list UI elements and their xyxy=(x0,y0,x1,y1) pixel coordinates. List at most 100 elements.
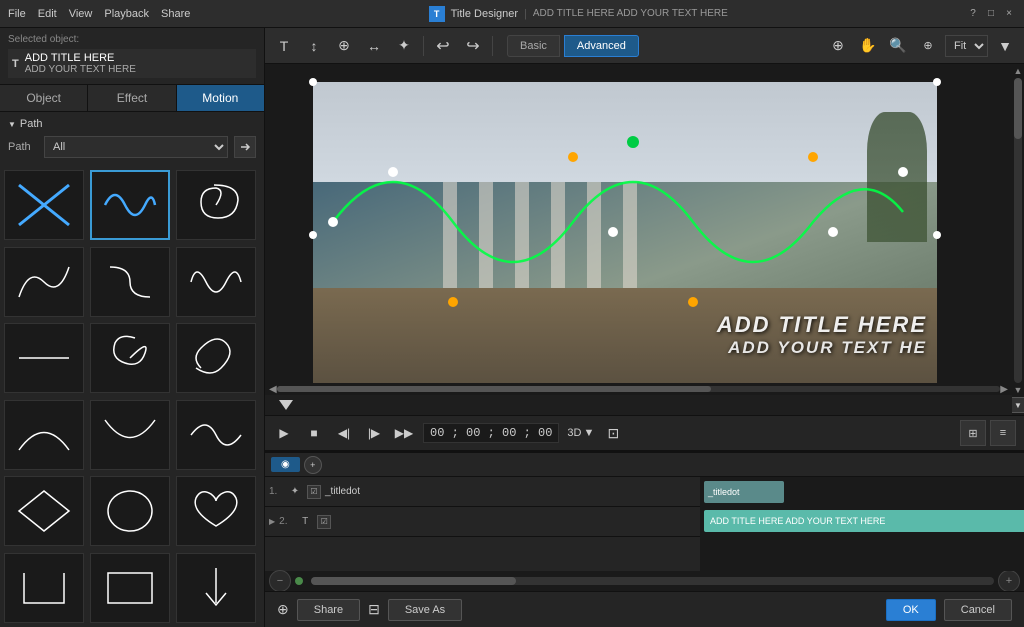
scroll-right-arrow[interactable]: ▶ xyxy=(1000,384,1008,395)
mode-advanced[interactable]: Advanced xyxy=(564,35,639,57)
tool-zoom-in[interactable]: ⊕ xyxy=(915,33,941,59)
path-item-scurve[interactable] xyxy=(90,247,170,317)
path-item-spiral1[interactable] xyxy=(176,170,256,240)
tool-hand[interactable]: ✋ xyxy=(855,33,881,59)
close-button[interactable]: × xyxy=(1002,7,1016,21)
menu-edit[interactable]: Edit xyxy=(38,8,57,20)
timeline-nav-row: − + xyxy=(265,571,1024,591)
tool-add[interactable]: ⊕ xyxy=(331,33,357,59)
path-item-swirl1[interactable] xyxy=(90,323,170,393)
mode-basic[interactable]: Basic xyxy=(507,35,560,57)
tool-redo[interactable]: ↪ xyxy=(460,33,486,59)
timeline-tracks: 1. ✦ ☑ _titledot ▶ 2. T ☑ xyxy=(265,477,1024,571)
path-item-wave3[interactable] xyxy=(176,400,256,470)
fast-forward-button[interactable]: ▶▶ xyxy=(393,422,415,444)
clip-title-text[interactable]: ADD TITLE HERE ADD YOUR TEXT HERE xyxy=(704,510,1024,532)
path-item-arc1[interactable] xyxy=(90,400,170,470)
menu-share[interactable]: Share xyxy=(161,8,190,20)
scrollbar-thumb[interactable] xyxy=(277,386,711,392)
menu-view[interactable]: View xyxy=(69,8,93,20)
track-1-num: 1. xyxy=(269,486,283,497)
timeline-add-item[interactable]: − xyxy=(269,570,291,592)
maximize-button[interactable]: □ xyxy=(984,7,998,21)
list-view-button[interactable]: ≡ xyxy=(990,420,1016,446)
clip-titledot[interactable]: _titledot xyxy=(704,481,784,503)
3d-mode-toggle[interactable]: 3D ▼ xyxy=(567,427,594,439)
tool-more[interactable]: ▼ xyxy=(992,33,1018,59)
tab-motion[interactable]: Motion xyxy=(177,85,264,111)
path-item-circle[interactable] xyxy=(90,476,170,546)
panel-tabs[interactable]: Object Effect Motion xyxy=(0,85,264,112)
tool-undo[interactable]: ↩ xyxy=(430,33,456,59)
track-2-expand[interactable]: ▶ xyxy=(269,517,275,526)
path-item-diamond[interactable] xyxy=(4,476,84,546)
stop-button[interactable]: ■ xyxy=(303,422,325,444)
tool-move[interactable]: ↕ xyxy=(301,33,327,59)
path-select[interactable]: All Motion Effect xyxy=(44,136,228,158)
tab-object[interactable]: Object xyxy=(0,85,88,111)
share-button[interactable]: Share xyxy=(297,599,360,621)
track-1-name: _titledot xyxy=(325,486,696,497)
track-1-check[interactable]: ☑ xyxy=(307,485,321,499)
path-action-button[interactable] xyxy=(234,136,256,158)
path-item-wave[interactable] xyxy=(90,170,170,240)
zoom-select[interactable]: Fit xyxy=(945,35,988,57)
fullscreen-button[interactable]: ⊡ xyxy=(602,422,624,444)
separator-1 xyxy=(423,36,424,56)
path-item-arrow-down[interactable] xyxy=(176,553,256,623)
play-button[interactable]: ▶ xyxy=(273,422,295,444)
scroll-thumb-vertical[interactable] xyxy=(1014,78,1022,139)
tool-text[interactable]: T xyxy=(271,33,297,59)
panel-expand-button[interactable]: ▼ xyxy=(1010,397,1024,413)
timeline-add-button[interactable]: + xyxy=(304,456,322,474)
tab-effect[interactable]: Effect xyxy=(88,85,176,111)
path-item-curve2[interactable] xyxy=(4,400,84,470)
grid-view-button[interactable]: ⊞ xyxy=(960,420,986,446)
separator-2 xyxy=(492,36,493,56)
timeline-scroll-thumb[interactable] xyxy=(311,577,516,585)
step-back-button[interactable]: ◀| xyxy=(333,422,355,444)
preview-title-line2: ADD YOUR TEXT HE xyxy=(717,338,927,358)
path-item-line1[interactable] xyxy=(4,323,84,393)
path-item-square-open[interactable] xyxy=(4,553,84,623)
toolbar-right: ⊕ ✋ 🔍 ⊕ Fit ▼ xyxy=(825,33,1018,59)
path-item-heart[interactable] xyxy=(176,476,256,546)
save-as-button[interactable]: Save As xyxy=(388,599,462,621)
path-item-cross[interactable] xyxy=(4,170,84,240)
path-item-wave2[interactable] xyxy=(176,247,256,317)
video-frame: ADD TITLE HERE ADD YOUR TEXT HE xyxy=(313,82,937,383)
preview-wrapper: ADD TITLE HERE ADD YOUR TEXT HE xyxy=(265,64,1024,415)
menu-playback[interactable]: Playback xyxy=(104,8,149,20)
cancel-button[interactable]: Cancel xyxy=(944,599,1012,621)
ok-button[interactable]: OK xyxy=(886,599,936,621)
help-button[interactable]: ? xyxy=(966,7,980,21)
timeline-zoom-plus[interactable]: + xyxy=(998,570,1020,592)
app-icon: T xyxy=(429,6,445,22)
preview-scrollbar[interactable]: ◀ ▶ xyxy=(265,383,1012,395)
tool-transform[interactable]: ✦ xyxy=(391,33,417,59)
preview-right-scrollbar[interactable]: ▲ ▼ ▼ xyxy=(1012,64,1024,415)
path-section-header[interactable]: ▼ Path xyxy=(8,118,256,130)
timeline-tab[interactable]: ◉ xyxy=(271,457,300,472)
scroll-left-arrow[interactable]: ◀ xyxy=(269,384,277,395)
scroll-track-vertical xyxy=(1014,78,1022,383)
timeline-marker-dot[interactable] xyxy=(295,577,303,585)
scroll-down-arrow[interactable]: ▼ xyxy=(1013,385,1023,395)
scroll-up-arrow[interactable]: ▲ xyxy=(1013,66,1023,76)
tool-zoom-out[interactable]: 🔍 xyxy=(885,33,911,59)
tool-resize[interactable]: ↔ xyxy=(361,33,387,59)
track-2-check[interactable]: ☑ xyxy=(317,515,331,529)
tool-navigate[interactable]: ⊕ xyxy=(825,33,851,59)
menu-bar[interactable]: File Edit View Playback Share xyxy=(8,8,190,20)
step-forward-button[interactable]: |▶ xyxy=(363,422,385,444)
path-item-curve1[interactable] xyxy=(4,247,84,317)
track-row-2: ▶ 2. T ☑ xyxy=(265,507,700,537)
path-item-rect[interactable] xyxy=(90,553,170,623)
menu-file[interactable]: File xyxy=(8,8,26,20)
view-mode-tabs[interactable]: Basic Advanced xyxy=(507,35,639,57)
path-item-swirl2[interactable] xyxy=(176,323,256,393)
main-layout: Selected object: T ADD TITLE HERE ADD YO… xyxy=(0,28,1024,627)
clip-title-text-label: ADD TITLE HERE ADD YOUR TEXT HERE xyxy=(704,516,891,526)
timeline-scrollbar[interactable] xyxy=(311,577,994,585)
window-controls[interactable]: ? □ × xyxy=(966,7,1016,21)
